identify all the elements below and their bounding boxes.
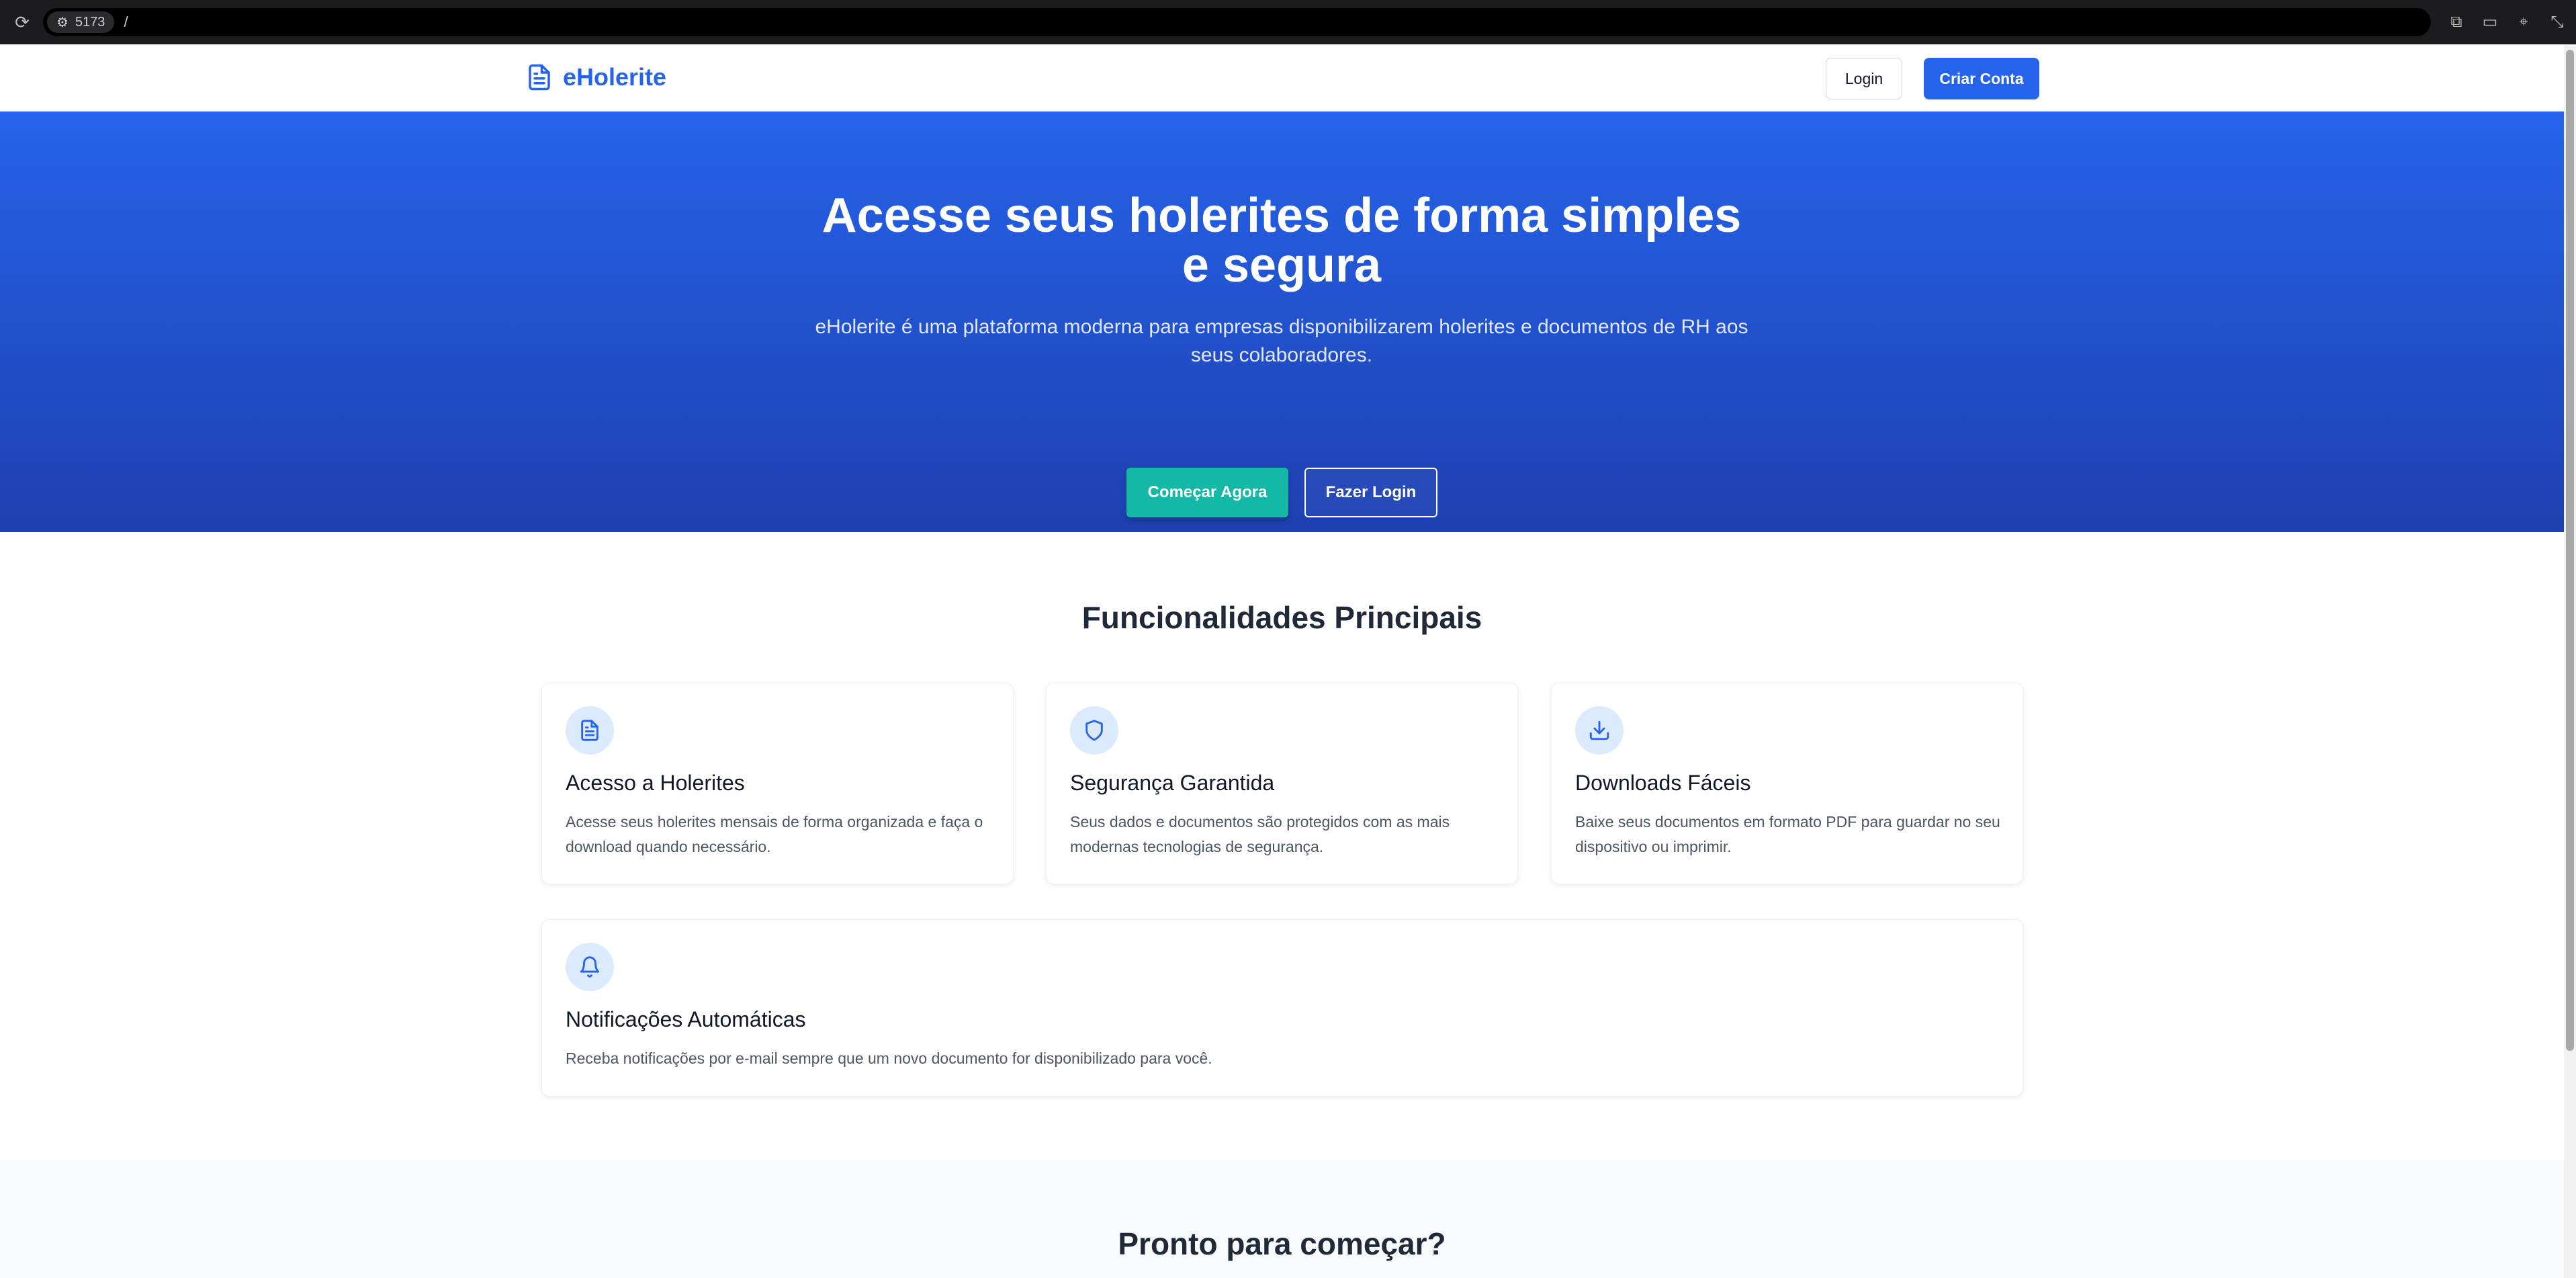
feature-description: Receba notificações por e-mail sempre qu… (566, 1050, 1212, 1067)
inspect-icon[interactable]: ⌖ (2514, 12, 2533, 32)
top-navbar: eHolerite Login Criar Conta (0, 44, 2564, 112)
feature-title: Notificações Automáticas (566, 1007, 806, 1031)
download-icon (1589, 720, 1609, 740)
feature-title: Segurança Garantida (1070, 771, 1275, 795)
start-now-button[interactable]: Começar Agora (1126, 468, 1288, 517)
minimize-icon[interactable]: ⤡ (2548, 12, 2567, 32)
document-icon (581, 720, 598, 741)
feature-description: Acesse seus holerites mensais de forma o… (566, 813, 983, 855)
features-section: Funcionalidades Principais Acesso a Hole… (0, 532, 2564, 1204)
site-info-chip[interactable]: ⚙ 5173 (47, 11, 115, 33)
hero-section: Acesse seus holerites de forma simples e… (0, 112, 2564, 532)
page: eHolerite Login Criar Conta Acesse seus … (0, 44, 2564, 1278)
hero-login-button[interactable]: Fazer Login (1304, 468, 1437, 517)
feature-description: Seus dados e documentos são protegidos c… (1070, 813, 1450, 855)
feature-card-notifications: Notificações Automáticas Receba notifica… (541, 919, 2023, 1097)
feature-icon-wrapper (1575, 706, 1624, 755)
page-scrollbar[interactable] (2564, 44, 2576, 1278)
feature-title: Acesso a Holerites (566, 771, 745, 795)
feature-title: Downloads Fáceis (1575, 771, 1751, 795)
reload-icon[interactable]: ⟳ (12, 12, 32, 32)
feature-description: Baixe seus documentos em formato PDF par… (1575, 813, 2000, 855)
hero-title: Acesse seus holerites de forma simples e… (821, 189, 1742, 292)
cta-section: Pronto para começar? (0, 1160, 2564, 1278)
browser-toolbar: ⟳ ⚙ 5173 / ⧉ ▭ ⌖ ⤡ (0, 0, 2576, 44)
feature-card-security: Segurança Garantida Seus dados e documen… (1046, 683, 1518, 884)
brand-name: eHolerite (563, 63, 667, 91)
brand-logo[interactable]: eHolerite (525, 62, 666, 93)
url-path: / (124, 13, 128, 30)
hero-subtitle: eHolerite é uma plataforma moderna para … (815, 316, 1748, 366)
url-port: 5173 (75, 14, 105, 30)
features-title: Funcionalidades Principais (1081, 600, 1482, 635)
feature-icon-wrapper (566, 943, 614, 991)
feature-card-payslips: Acesso a Holerites Acesse seus holerites… (541, 683, 1014, 884)
bell-icon (580, 956, 600, 978)
feature-icon-wrapper (566, 706, 614, 755)
devices-icon[interactable]: ▭ (2481, 12, 2499, 32)
open-external-icon[interactable]: ⧉ (2447, 12, 2466, 32)
address-bar[interactable]: ⚙ 5173 / (43, 8, 2431, 36)
feature-card-downloads: Downloads Fáceis Baixe seus documentos e… (1551, 683, 2023, 884)
scrollbar-thumb[interactable] (2566, 50, 2574, 1051)
login-button[interactable]: Login (1826, 58, 1902, 99)
browser-actions: ⧉ ▭ ⌖ ⤡ (2447, 12, 2567, 32)
feature-icon-wrapper (1070, 706, 1118, 755)
document-icon (529, 64, 550, 91)
cta-title: Pronto para começar? (1118, 1226, 1446, 1261)
shield-icon (1085, 720, 1103, 741)
create-account-button[interactable]: Criar Conta (1924, 58, 2039, 99)
site-settings-icon: ⚙ (56, 15, 69, 30)
